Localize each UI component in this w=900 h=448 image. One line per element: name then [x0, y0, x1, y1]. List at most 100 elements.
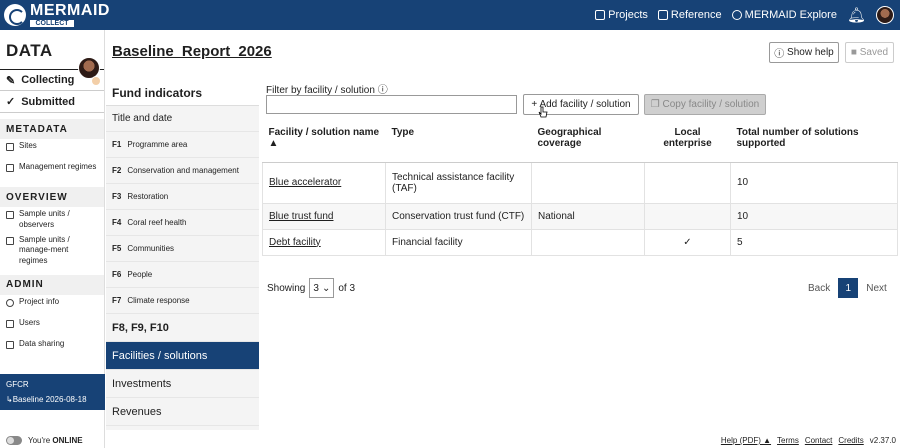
- sidebar-item-project-info[interactable]: Project info: [0, 295, 104, 316]
- overview-icon: [6, 211, 14, 219]
- gfcr-label: GFCR: [6, 380, 29, 389]
- tab-f3[interactable]: F3 Restoration: [106, 184, 259, 210]
- fund-indicators-heading: Fund indicators: [106, 78, 259, 106]
- tab-f2[interactable]: F2 Conservation and management: [106, 158, 259, 184]
- table-row: Blue accelerator Technical assistance fa…: [262, 161, 898, 204]
- logo-icon: [4, 4, 26, 26]
- page-size-select[interactable]: 3 ⌄: [309, 278, 335, 298]
- data-sharing-label: Data sharing: [19, 338, 65, 348]
- sidebar-item-users[interactable]: Users: [0, 316, 104, 337]
- next-button[interactable]: Next: [866, 283, 887, 294]
- tab-facilities-solutions[interactable]: Facilities / solutions: [106, 342, 259, 370]
- nav-projects-label: Projects: [608, 9, 648, 21]
- show-help-button[interactable]: ⓘ Show help: [769, 42, 839, 63]
- facility-link[interactable]: Blue accelerator: [269, 177, 341, 188]
- info-icon: [6, 298, 14, 307]
- save-icon: ■: [850, 47, 860, 58]
- online-status: You're ONLINE: [6, 436, 83, 445]
- pencil-icon: ✎: [6, 74, 16, 87]
- facility-link[interactable]: Debt facility: [269, 237, 321, 248]
- help-icon: ⓘ: [774, 49, 788, 60]
- sidebar-item-su-regimes[interactable]: Sample units / manage-ment regimes: [0, 233, 104, 269]
- col-total-header[interactable]: Total number of solutions supported: [730, 120, 898, 163]
- cell-type: Technical assistance facility (TAF): [385, 161, 532, 204]
- page-1-button[interactable]: 1: [838, 278, 859, 298]
- sidebar-item-submitted[interactable]: ✓ Submitted: [0, 91, 104, 113]
- nav-reference[interactable]: Reference: [657, 9, 722, 21]
- tab-title-date[interactable]: Title and date: [106, 106, 259, 132]
- submitted-label: Submitted: [21, 95, 75, 108]
- showing-label: Showing: [267, 282, 306, 294]
- f4-code: F4: [112, 218, 122, 227]
- sidebar-item-sites[interactable]: Sites: [0, 139, 104, 160]
- show-help-label: Show help: [787, 47, 834, 58]
- baseline-label: ↳Baseline 2026-08-18: [6, 395, 87, 404]
- facilities-table: Facility / solution name ▲ Type Geograph…: [262, 120, 898, 256]
- facility-link[interactable]: Blue trust fund: [269, 211, 333, 222]
- table-row: Blue trust fund Conservation trust fund …: [262, 202, 898, 230]
- f7-code: F7: [112, 296, 122, 305]
- f2-code: F2: [112, 166, 122, 175]
- f1-code: F1: [112, 140, 122, 149]
- sidebar-item-su-observers[interactable]: Sample units / observers: [0, 207, 104, 233]
- back-button[interactable]: Back: [808, 283, 830, 294]
- copy-facility-button[interactable]: ❐ Copy facility / solution: [644, 94, 766, 115]
- tab-f7[interactable]: F7 Climate response: [106, 288, 259, 314]
- fund-indicators-nav: Fund indicators Title and date F1 Program…: [106, 78, 259, 430]
- online-prefix: You're: [28, 436, 51, 445]
- f4-label: Coral reef health: [127, 218, 187, 227]
- share-icon: [6, 340, 14, 349]
- nav-explore-label: MERMAID Explore: [744, 9, 837, 21]
- cell-local: [644, 202, 731, 230]
- tab-investments[interactable]: Investments: [106, 370, 259, 398]
- col-type-header[interactable]: Type: [385, 120, 532, 163]
- saved-button[interactable]: ■ Saved: [845, 42, 894, 63]
- f5-code: F5: [112, 244, 122, 253]
- globe-icon: [731, 10, 742, 20]
- footer: Help (PDF) ▲ Terms Contact Credits v2.37…: [721, 436, 896, 445]
- sidebar-item-management-regimes[interactable]: Management regimes: [0, 160, 104, 181]
- projects-icon: [595, 10, 606, 20]
- help-pdf-link[interactable]: Help (PDF) ▲: [721, 436, 771, 445]
- users-icon: [6, 319, 14, 328]
- online-status-label: ONLINE: [52, 436, 83, 445]
- of-total-label: of 3: [338, 282, 356, 294]
- credits-link[interactable]: Credits: [838, 436, 863, 445]
- tab-f1[interactable]: F1 Programme area: [106, 132, 259, 158]
- chevron-down-icon: ⌄: [321, 282, 331, 294]
- cell-local: [644, 161, 731, 204]
- tab-f5[interactable]: F5 Communities: [106, 236, 259, 262]
- cell-type: Conservation trust fund (CTF): [385, 202, 532, 230]
- terms-link[interactable]: Terms: [777, 436, 799, 445]
- overview-icon: [6, 236, 14, 245]
- table-header-row: Facility / solution name ▲ Type Geograph…: [262, 120, 898, 163]
- contact-link[interactable]: Contact: [805, 436, 833, 445]
- tab-f6[interactable]: F6 People: [106, 262, 259, 288]
- tab-revenues[interactable]: Revenues: [106, 398, 259, 426]
- sidebar-item-gfcr[interactable]: GFCR ↳Baseline 2026-08-18: [0, 374, 105, 410]
- tab-f8-f9-f10[interactable]: F8, F9, F10: [106, 314, 259, 342]
- col-name-header[interactable]: Facility / solution name ▲: [262, 120, 386, 163]
- f3-code: F3: [112, 192, 122, 201]
- filter-input[interactable]: [266, 95, 517, 114]
- user-avatar[interactable]: [876, 6, 894, 24]
- copy-facility-label: Copy facility / solution: [662, 99, 760, 110]
- pagination: Back 1 Next: [808, 278, 887, 298]
- cell-geo: National: [531, 202, 645, 230]
- table-row: Debt facility Financial facility ✓ 5: [262, 228, 898, 256]
- nav-projects[interactable]: Projects: [595, 9, 648, 21]
- f7-label: Climate response: [127, 296, 190, 305]
- cell-local: ✓: [644, 228, 731, 256]
- mermaid-logo[interactable]: MERMAID COLLECT: [4, 3, 110, 27]
- col-local-header[interactable]: Local enterprise: [644, 120, 731, 163]
- bell-icon[interactable]: 🔔︎: [847, 8, 866, 23]
- sidebar-item-data-sharing[interactable]: Data sharing: [0, 337, 104, 358]
- nav-explore[interactable]: MERMAID Explore: [731, 9, 837, 21]
- tab-f4[interactable]: F4 Coral reef health: [106, 210, 259, 236]
- cell-type: Financial facility: [385, 228, 532, 256]
- online-toggle[interactable]: [6, 436, 22, 445]
- cell-total: 10: [730, 161, 898, 204]
- users-label: Users: [19, 317, 40, 327]
- f3-label: Restoration: [127, 192, 169, 201]
- col-geo-header[interactable]: Geographical coverage: [531, 120, 645, 163]
